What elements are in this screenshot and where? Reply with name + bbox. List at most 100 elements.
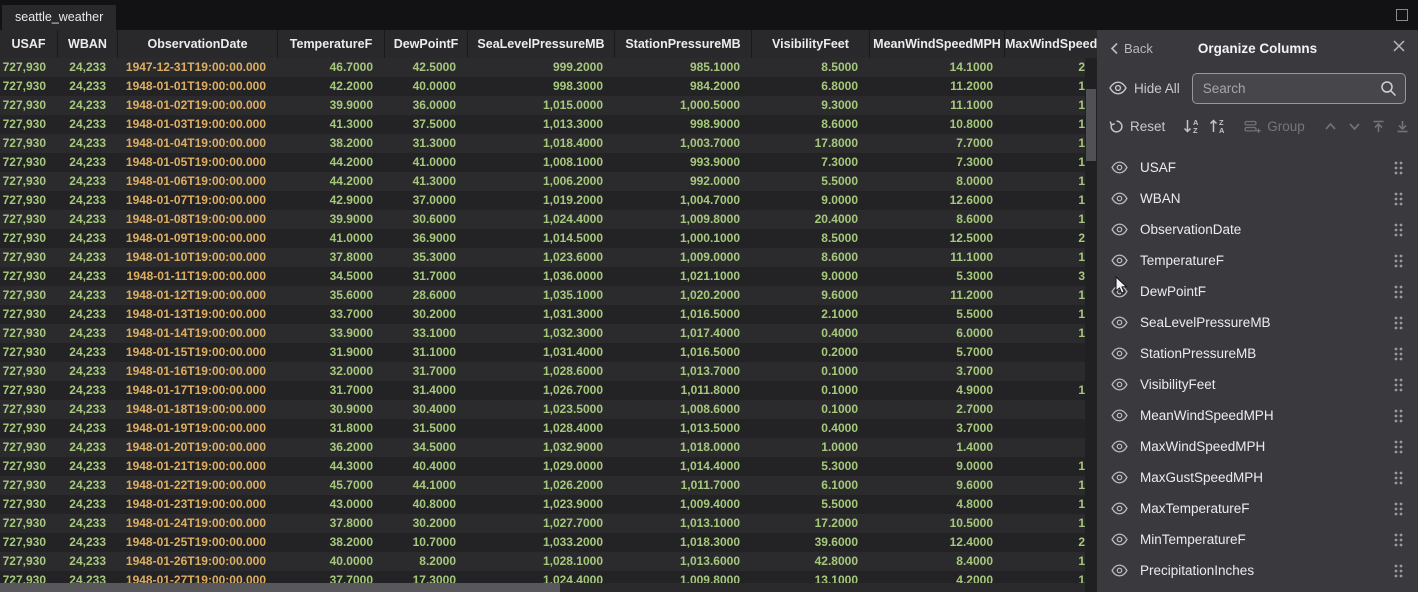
table-row[interactable]: 727,93024,2331947-12-31T19:00:00.00046.7… bbox=[0, 58, 1097, 77]
table-row[interactable]: 727,93024,2331948-01-20T19:00:00.00036.2… bbox=[0, 438, 1097, 457]
sort-ascending-icon[interactable]: AZ bbox=[1183, 118, 1200, 134]
eye-icon[interactable] bbox=[1111, 409, 1128, 422]
drag-handle-icon[interactable] bbox=[1393, 191, 1404, 207]
eye-icon[interactable] bbox=[1111, 347, 1128, 360]
table-cell: 24,233 bbox=[58, 495, 118, 514]
column-header-ObservationDate[interactable]: ObservationDate bbox=[118, 30, 278, 58]
table-row[interactable]: 727,93024,2331948-01-18T19:00:00.00030.9… bbox=[0, 400, 1097, 419]
eye-icon[interactable] bbox=[1111, 192, 1128, 205]
table-row[interactable]: 727,93024,2331948-01-07T19:00:00.00042.9… bbox=[0, 191, 1097, 210]
drag-handle-icon[interactable] bbox=[1393, 160, 1404, 176]
column-header-SeaLevelPressureMB[interactable]: SeaLevelPressureMB bbox=[468, 30, 615, 58]
column-header-VisibilityFeet[interactable]: VisibilityFeet bbox=[752, 30, 870, 58]
hide-all-button[interactable]: Hide All bbox=[1109, 81, 1180, 96]
panel-column-item-USAF[interactable]: USAF bbox=[1097, 152, 1418, 183]
table-row[interactable]: 727,93024,2331948-01-04T19:00:00.00038.2… bbox=[0, 134, 1097, 153]
table-cell: 1,036.0000 bbox=[468, 267, 615, 286]
column-header-DewPointF[interactable]: DewPointF bbox=[385, 30, 468, 58]
table-row[interactable]: 727,93024,2331948-01-24T19:00:00.00037.8… bbox=[0, 514, 1097, 533]
drag-handle-icon[interactable] bbox=[1393, 408, 1404, 424]
table-row[interactable]: 727,93024,2331948-01-09T19:00:00.00041.0… bbox=[0, 229, 1097, 248]
table-row[interactable]: 727,93024,2331948-01-05T19:00:00.00044.2… bbox=[0, 153, 1097, 172]
panel-column-item-StationPressureMB[interactable]: StationPressureMB bbox=[1097, 338, 1418, 369]
column-header-WBAN[interactable]: WBAN bbox=[58, 30, 118, 58]
drag-handle-icon[interactable] bbox=[1393, 315, 1404, 331]
table-row[interactable]: 727,93024,2331948-01-13T19:00:00.00033.7… bbox=[0, 305, 1097, 324]
panel-column-item-MaxTemperatureF[interactable]: MaxTemperatureF bbox=[1097, 493, 1418, 524]
move-down-icon[interactable] bbox=[1347, 119, 1362, 134]
eye-icon[interactable] bbox=[1111, 316, 1128, 329]
table-row[interactable]: 727,93024,2331948-01-22T19:00:00.00045.7… bbox=[0, 476, 1097, 495]
drag-handle-icon[interactable] bbox=[1393, 563, 1404, 579]
drag-handle-icon[interactable] bbox=[1393, 346, 1404, 362]
table-row[interactable]: 727,93024,2331948-01-21T19:00:00.00044.3… bbox=[0, 457, 1097, 476]
horizontal-scrollbar-thumb[interactable] bbox=[0, 583, 560, 592]
drag-handle-icon[interactable] bbox=[1393, 501, 1404, 517]
table-row[interactable]: 727,93024,2331948-01-14T19:00:00.00033.9… bbox=[0, 324, 1097, 343]
table-row[interactable]: 727,93024,2331948-01-26T19:00:00.00040.0… bbox=[0, 552, 1097, 571]
drag-handle-icon[interactable] bbox=[1393, 532, 1404, 548]
table-row[interactable]: 727,93024,2331948-01-15T19:00:00.00031.9… bbox=[0, 343, 1097, 362]
eye-icon[interactable] bbox=[1111, 564, 1128, 577]
eye-icon[interactable] bbox=[1111, 533, 1128, 546]
column-header-MaxWindSpeedMPH[interactable]: MaxWindSpeedMPH bbox=[1005, 30, 1097, 58]
table-row[interactable]: 727,93024,2331948-01-23T19:00:00.00043.0… bbox=[0, 495, 1097, 514]
reset-button[interactable]: Reset bbox=[1109, 119, 1165, 134]
group-button[interactable]: Group bbox=[1244, 119, 1305, 134]
panel-column-item-PrecipitationInches[interactable]: PrecipitationInches bbox=[1097, 555, 1418, 586]
drag-handle-icon[interactable] bbox=[1393, 439, 1404, 455]
table-row[interactable]: 727,93024,2331948-01-06T19:00:00.00044.2… bbox=[0, 172, 1097, 191]
maximize-icon[interactable] bbox=[1396, 9, 1408, 21]
drag-handle-icon[interactable] bbox=[1393, 253, 1404, 269]
drag-handle-icon[interactable] bbox=[1393, 222, 1404, 238]
eye-icon[interactable] bbox=[1111, 440, 1128, 453]
panel-column-item-VisibilityFeet[interactable]: VisibilityFeet bbox=[1097, 369, 1418, 400]
move-to-top-icon[interactable] bbox=[1371, 119, 1386, 134]
eye-icon[interactable] bbox=[1111, 254, 1128, 267]
panel-column-item-MaxWindSpeedMPH[interactable]: MaxWindSpeedMPH bbox=[1097, 431, 1418, 462]
table-row[interactable]: 727,93024,2331948-01-03T19:00:00.00041.3… bbox=[0, 115, 1097, 134]
table-row[interactable]: 727,93024,2331948-01-16T19:00:00.00032.0… bbox=[0, 362, 1097, 381]
table-row[interactable]: 727,93024,2331948-01-11T19:00:00.00034.5… bbox=[0, 267, 1097, 286]
tab-seattle-weather[interactable]: seattle_weather bbox=[2, 5, 116, 30]
table-row[interactable]: 727,93024,2331948-01-01T19:00:00.00042.2… bbox=[0, 77, 1097, 96]
table-cell: 24,233 bbox=[58, 77, 118, 96]
eye-icon[interactable] bbox=[1111, 223, 1128, 236]
panel-column-item-MeanWindSpeedMPH[interactable]: MeanWindSpeedMPH bbox=[1097, 400, 1418, 431]
table-row[interactable]: 727,93024,2331948-01-08T19:00:00.00039.9… bbox=[0, 210, 1097, 229]
table-cell: 1 bbox=[1005, 77, 1097, 96]
eye-icon[interactable] bbox=[1111, 378, 1128, 391]
panel-column-item-SeaLevelPressureMB[interactable]: SeaLevelPressureMB bbox=[1097, 307, 1418, 338]
table-row[interactable]: 727,93024,2331948-01-17T19:00:00.00031.7… bbox=[0, 381, 1097, 400]
panel-column-item-MinTemperatureF[interactable]: MinTemperatureF bbox=[1097, 524, 1418, 555]
panel-column-item-DewPointF[interactable]: DewPointF bbox=[1097, 276, 1418, 307]
column-header-MeanWindSpeedMPH[interactable]: MeanWindSpeedMPH bbox=[870, 30, 1005, 58]
panel-column-item-ObservationDate[interactable]: ObservationDate bbox=[1097, 214, 1418, 245]
table-row[interactable]: 727,93024,2331948-01-02T19:00:00.00039.9… bbox=[0, 96, 1097, 115]
column-header-USAF[interactable]: USAF bbox=[0, 30, 58, 58]
table-row[interactable]: 727,93024,2331948-01-10T19:00:00.00037.8… bbox=[0, 248, 1097, 267]
vertical-scrollbar-thumb[interactable] bbox=[1086, 89, 1096, 161]
move-up-icon[interactable] bbox=[1323, 119, 1338, 134]
panel-column-item-TemperatureF[interactable]: TemperatureF bbox=[1097, 245, 1418, 276]
eye-icon[interactable] bbox=[1111, 502, 1128, 515]
horizontal-scrollbar[interactable] bbox=[0, 583, 1085, 592]
panel-column-item-WBAN[interactable]: WBAN bbox=[1097, 183, 1418, 214]
eye-icon[interactable] bbox=[1111, 161, 1128, 174]
column-header-StationPressureMB[interactable]: StationPressureMB bbox=[615, 30, 752, 58]
table-row[interactable]: 727,93024,2331948-01-25T19:00:00.00038.2… bbox=[0, 533, 1097, 552]
drag-handle-icon[interactable] bbox=[1393, 377, 1404, 393]
table-row[interactable]: 727,93024,2331948-01-12T19:00:00.00035.6… bbox=[0, 286, 1097, 305]
panel-column-item-MaxGustSpeedMPH[interactable]: MaxGustSpeedMPH bbox=[1097, 462, 1418, 493]
column-header-TemperatureF[interactable]: TemperatureF bbox=[278, 30, 385, 58]
drag-handle-icon[interactable] bbox=[1393, 284, 1404, 300]
search-input[interactable] bbox=[1193, 74, 1405, 103]
close-icon[interactable] bbox=[1393, 40, 1405, 52]
drag-handle-icon[interactable] bbox=[1393, 470, 1404, 486]
table-row[interactable]: 727,93024,2331948-01-19T19:00:00.00031.8… bbox=[0, 419, 1097, 438]
back-button[interactable]: Back bbox=[1110, 41, 1153, 56]
sort-descending-icon[interactable]: ZA bbox=[1209, 118, 1226, 134]
move-to-bottom-icon[interactable] bbox=[1395, 119, 1410, 134]
vertical-scrollbar[interactable] bbox=[1085, 58, 1097, 592]
eye-icon[interactable] bbox=[1111, 471, 1128, 484]
